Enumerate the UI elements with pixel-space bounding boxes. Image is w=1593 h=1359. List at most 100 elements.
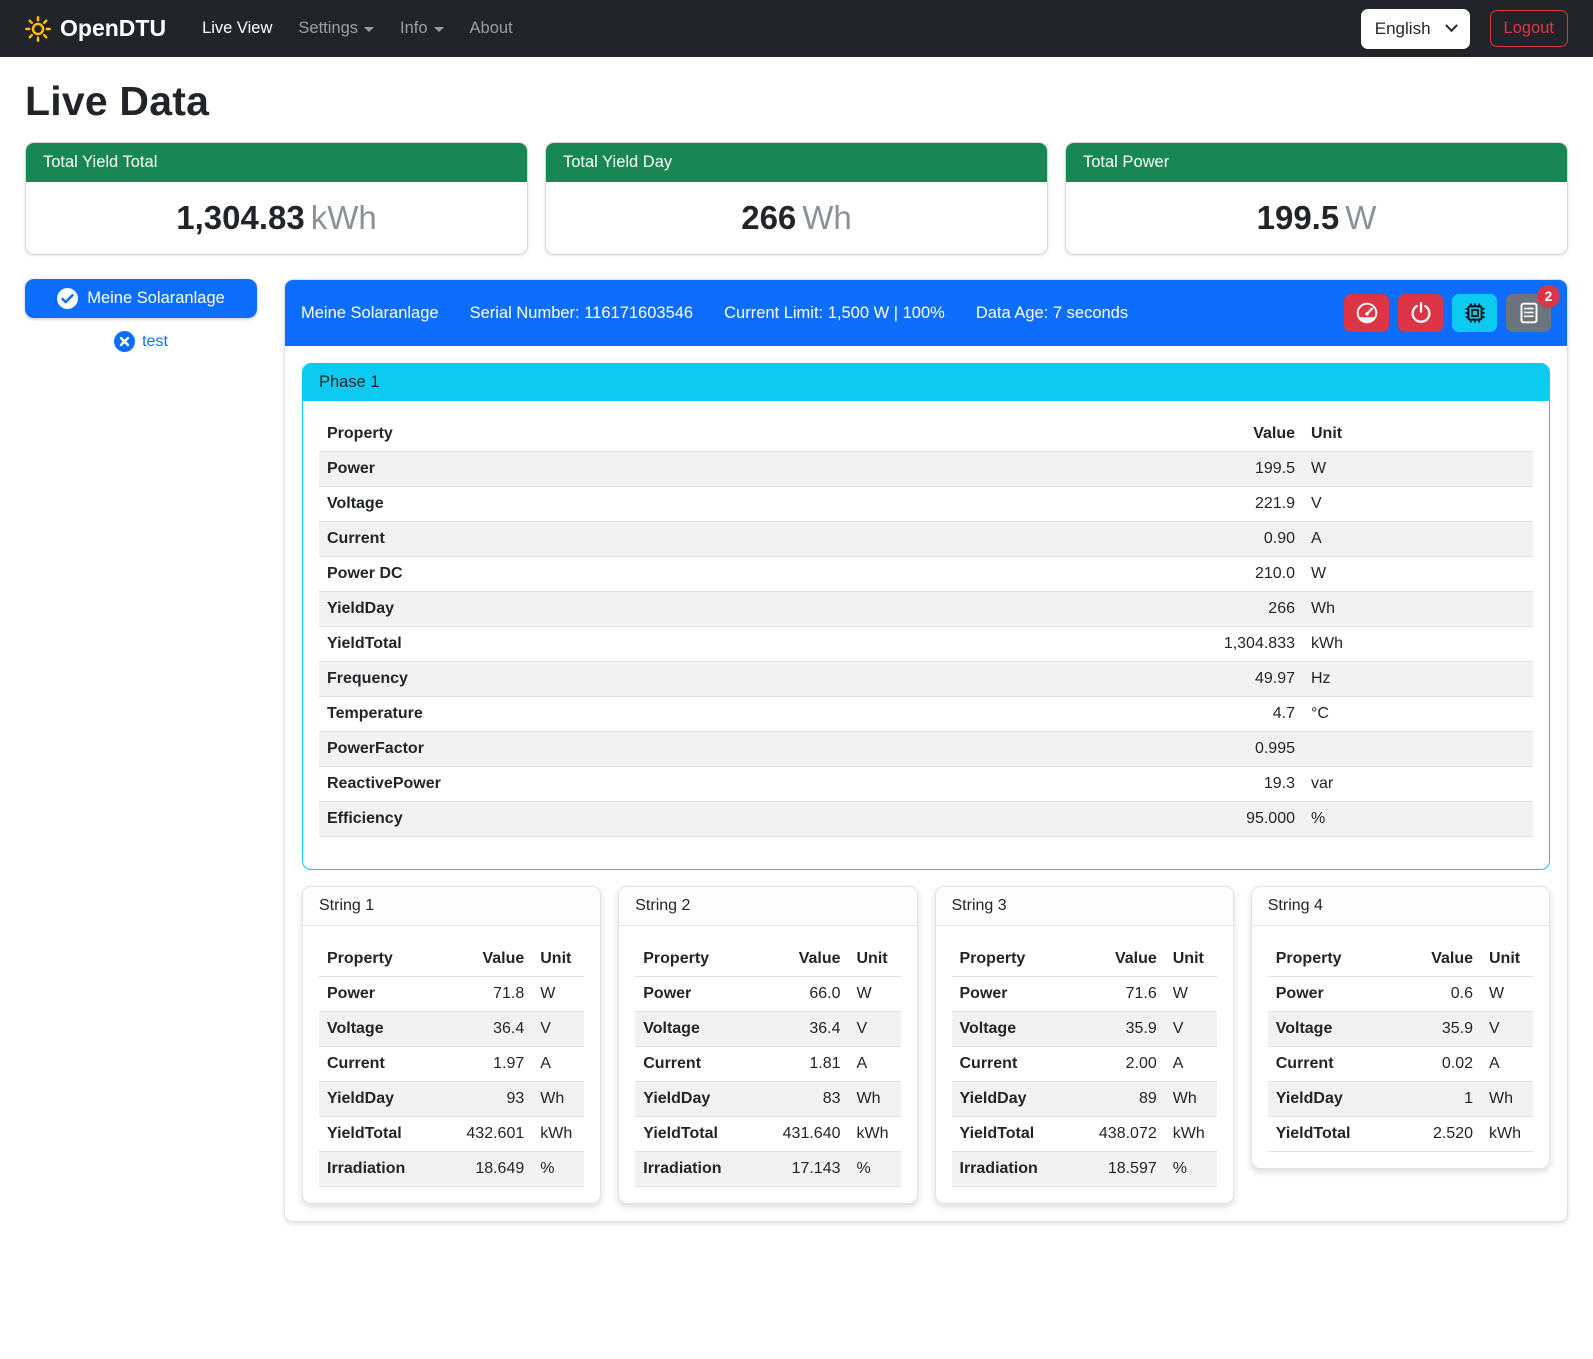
event-log-button[interactable]: 2 (1506, 294, 1551, 332)
unit-cell: A (1303, 522, 1533, 557)
table-row: Irradiation18.649% (319, 1152, 584, 1187)
value-cell: 210.0 (1133, 557, 1303, 592)
property-cell: YieldDay (319, 592, 1133, 627)
table-row: Efficiency95.000% (319, 802, 1533, 837)
device-info-button[interactable] (1452, 294, 1497, 332)
column-header-value: Value (1373, 942, 1481, 977)
property-cell: YieldDay (1268, 1082, 1373, 1117)
value-cell: 1.97 (424, 1047, 532, 1082)
strings-row: String 1 PropertyValueUnitPower71.8WVolt… (302, 886, 1550, 1204)
unit-cell: % (1303, 802, 1533, 837)
unit-cell (1303, 732, 1533, 767)
string-2-header: String 2 (619, 887, 916, 926)
inverter-select-button[interactable]: Meine Solaranlage (25, 279, 257, 318)
table-row: YieldTotal2.520kWh (1268, 1117, 1533, 1152)
value-cell: 83 (741, 1082, 849, 1117)
brand[interactable]: OpenDTU (25, 15, 166, 42)
value-cell: 35.9 (1373, 1012, 1481, 1047)
total-yield-day-value: 266 (741, 199, 796, 236)
unit-cell: W (1165, 977, 1217, 1012)
unit-cell: W (1303, 557, 1533, 592)
value-cell: 66.0 (741, 977, 849, 1012)
language-select[interactable]: English (1361, 9, 1470, 49)
table-row: Irradiation18.597% (952, 1152, 1217, 1187)
inverter-test-label: test (142, 333, 168, 351)
card-value: 199.5W (1066, 182, 1567, 254)
property-cell: Power (635, 977, 740, 1012)
value-cell: 93 (424, 1082, 532, 1117)
table-row: Power66.0W (635, 977, 900, 1012)
speedometer-icon (1355, 301, 1379, 325)
logout-button[interactable]: Logout (1490, 10, 1568, 47)
table-header-row: PropertyValueUnit (1268, 942, 1533, 977)
property-cell: Current (319, 522, 1133, 557)
nav-item-settings[interactable]: Settings (288, 11, 384, 46)
power-toggle-button[interactable] (1398, 294, 1443, 332)
nav-item-about[interactable]: About (460, 11, 523, 46)
value-cell: 71.8 (424, 977, 532, 1012)
total-power-card: Total Power 199.5W (1065, 142, 1568, 255)
unit-cell: W (532, 977, 584, 1012)
table-row: YieldTotal438.072kWh (952, 1117, 1217, 1152)
unit-cell: Wh (532, 1082, 584, 1117)
summary-cards-row: Total Yield Total 1,304.83kWh Total Yiel… (25, 142, 1568, 255)
property-cell: Current (952, 1047, 1057, 1082)
table-row: YieldTotal1,304.833kWh (319, 627, 1533, 662)
table-row: Voltage221.9V (319, 487, 1533, 522)
value-cell: 19.3 (1133, 767, 1303, 802)
event-count-badge: 2 (1537, 285, 1560, 308)
table-header-row: PropertyValueUnit (319, 417, 1533, 452)
unit-cell: A (1481, 1047, 1533, 1082)
unit-cell: kWh (1303, 627, 1533, 662)
column-header-value: Value (741, 942, 849, 977)
page-title: Live Data (25, 78, 1568, 125)
value-cell: 18.649 (424, 1152, 532, 1187)
inverter-action-buttons: 2 (1344, 294, 1551, 332)
value-cell: 89 (1057, 1082, 1165, 1117)
table-header-row: PropertyValueUnit (635, 942, 900, 977)
table-row: YieldDay83Wh (635, 1082, 900, 1117)
inverter-sidebar: Meine Solaranlage test (25, 279, 257, 352)
property-cell: PowerFactor (319, 732, 1133, 767)
unit-cell: kWh (1481, 1117, 1533, 1152)
value-cell: 36.4 (424, 1012, 532, 1047)
property-cell: YieldTotal (635, 1117, 740, 1152)
column-header-unit: Unit (1481, 942, 1533, 977)
column-header-property: Property (1268, 942, 1373, 977)
value-cell: 49.97 (1133, 662, 1303, 697)
column-header-value: Value (1133, 417, 1303, 452)
property-cell: YieldTotal (319, 1117, 424, 1152)
chevron-down-icon (434, 27, 444, 32)
table-row: Power0.6W (1268, 977, 1533, 1012)
table-header-row: PropertyValueUnit (319, 942, 584, 977)
sun-icon (25, 16, 51, 42)
unit-cell: % (532, 1152, 584, 1187)
property-cell: YieldDay (319, 1082, 424, 1117)
table-row: YieldDay1Wh (1268, 1082, 1533, 1117)
value-cell: 36.4 (741, 1012, 849, 1047)
value-cell: 431.640 (741, 1117, 849, 1152)
phase-1-table: PropertyValueUnitPower199.5WVoltage221.9… (319, 417, 1533, 837)
value-cell: 438.072 (1057, 1117, 1165, 1152)
limit-settings-button[interactable] (1344, 294, 1389, 332)
inverter-item-test[interactable]: test (25, 331, 257, 352)
table-row: YieldDay266Wh (319, 592, 1533, 627)
card-value: 266Wh (546, 182, 1047, 254)
unit-cell: V (532, 1012, 584, 1047)
unit-cell: Hz (1303, 662, 1533, 697)
nav-item-live-view[interactable]: Live View (192, 11, 282, 46)
unit-cell: A (849, 1047, 901, 1082)
inverter-data-age: Data Age: 7 seconds (976, 304, 1128, 323)
table-row: Current0.90A (319, 522, 1533, 557)
inverter-limit: Current Limit: 1,500 W | 100% (724, 304, 945, 323)
column-header-unit: Unit (849, 942, 901, 977)
string-1-table: PropertyValueUnitPower71.8WVoltage36.4VC… (319, 942, 584, 1187)
column-header-unit: Unit (1165, 942, 1217, 977)
property-cell: Voltage (1268, 1012, 1373, 1047)
nav-item-info[interactable]: Info (390, 11, 454, 46)
table-row: YieldTotal431.640kWh (635, 1117, 900, 1152)
string-1-header: String 1 (303, 887, 600, 926)
card-header: Total Yield Total (26, 143, 527, 182)
column-header-value: Value (424, 942, 532, 977)
unit-cell: var (1303, 767, 1533, 802)
